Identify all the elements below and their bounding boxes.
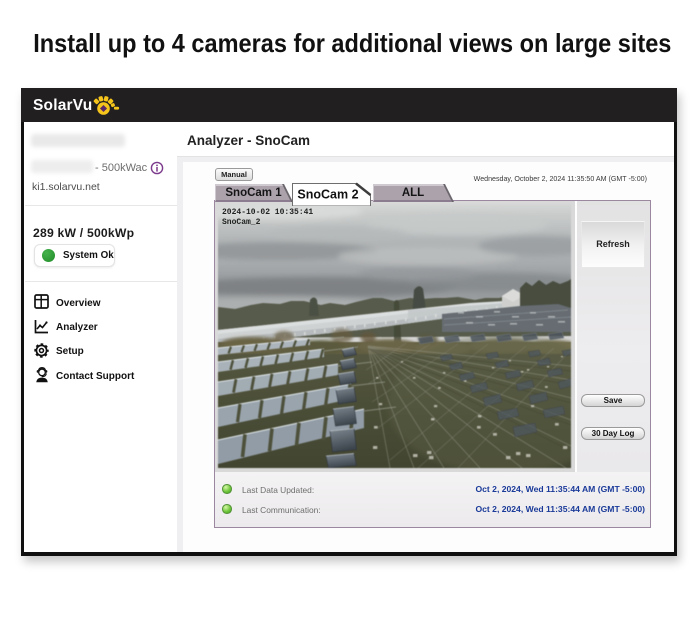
svg-text:SnoCam 2: SnoCam 2 xyxy=(297,188,358,202)
